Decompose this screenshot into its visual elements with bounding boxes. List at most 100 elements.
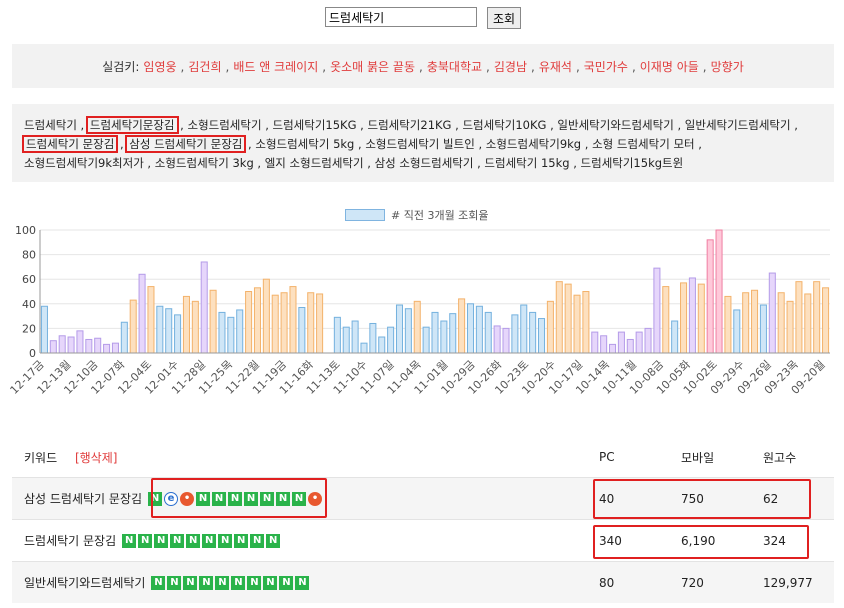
naver-icon[interactable]: N: [250, 533, 265, 548]
related-keyword-link[interactable]: 드럼세탁기문장김: [85, 116, 179, 134]
naver-icon[interactable]: N: [167, 575, 182, 590]
keyword-text[interactable]: 삼성 드럼세탁기 문장김: [24, 492, 142, 506]
keyword-table: 키워드 [행삭제] PC 모바일 원고수 삼성 드럼세탁기 문장김 Ne • N N N N…: [12, 437, 834, 603]
chart-bar: [378, 336, 386, 354]
delete-row-link[interactable]: [행삭제]: [75, 451, 117, 465]
naver-icon[interactable]: N: [218, 533, 233, 548]
related-keyword-link[interactable]: 소형 드럼세탁기 모터: [592, 137, 695, 151]
related-keyword-link[interactable]: 소형드럼세탁기: [187, 118, 261, 132]
related-keyword-link[interactable]: 드럼세탁기 문장김: [21, 135, 119, 153]
naver-icon[interactable]: N: [279, 575, 294, 590]
related-keyword-link[interactable]: 소형드럼세탁기9k최저가: [24, 156, 144, 170]
realtime-keyword-link[interactable]: 망향가: [711, 60, 744, 74]
related-keyword-link[interactable]: 드럼세탁기10KG: [462, 118, 546, 132]
chart-bar: [289, 286, 297, 354]
chart-bar: [218, 311, 226, 354]
related-keyword-link[interactable]: 드럼세탁기 15kg: [484, 156, 569, 170]
search-engine-icons: NNNNNNNNNN: [120, 533, 281, 548]
chart-bar: [804, 293, 812, 354]
related-keyword-link[interactable]: 일반세탁기와드럼세탁기: [557, 118, 673, 132]
chart-bar: [342, 326, 350, 354]
naver-icon[interactable]: N: [154, 533, 169, 548]
naver-icon[interactable]: N: [247, 575, 262, 590]
realtime-keyword-link[interactable]: 국민가수: [584, 60, 628, 74]
pc-cell: 80: [599, 561, 681, 603]
search-button[interactable]: 조회: [487, 7, 522, 29]
naver-icon[interactable]: N: [266, 533, 281, 548]
chart-bar: [484, 311, 492, 354]
chart-bar: [680, 282, 688, 354]
chart-bar: [120, 321, 128, 354]
chart-bar: [671, 320, 679, 354]
mobile-cell: 720: [681, 561, 763, 603]
keyword-text[interactable]: 일반세탁기와드럼세탁기: [24, 576, 145, 590]
naver-icon[interactable]: N: [295, 575, 310, 590]
chart-bar: [768, 272, 776, 354]
chart-bar: [555, 281, 563, 354]
realtime-keyword-link[interactable]: 충북대학교: [427, 60, 482, 74]
naver-icon[interactable]: N: [183, 575, 198, 590]
chart-bar: [466, 303, 475, 354]
related-keyword-link[interactable]: 삼성 소형드럼세탁기: [375, 156, 474, 170]
chart-bar: [706, 239, 714, 354]
related-keyword-link[interactable]: 소형드럼세탁기 빌트인: [365, 137, 474, 151]
related-keyword-link[interactable]: 일반세탁기드럼세탁기: [685, 118, 791, 132]
chart-bar: [431, 311, 439, 354]
naver-icon[interactable]: N: [215, 575, 230, 590]
chart-bar: [111, 342, 119, 354]
realtime-keyword-link[interactable]: 김경남: [494, 60, 527, 74]
realtime-keyword-link[interactable]: 임영웅: [143, 60, 176, 74]
chart-bar: [733, 309, 741, 354]
naver-icon[interactable]: N: [202, 533, 217, 548]
naver-icon[interactable]: N: [151, 575, 166, 590]
realtime-keyword-link[interactable]: 배드 앤 크레이지: [233, 60, 318, 74]
related-keyword-link[interactable]: 드럼세탁기21KG: [367, 118, 451, 132]
chart-bar: [271, 294, 279, 354]
naver-icon[interactable]: N: [234, 533, 249, 548]
related-keyword-link[interactable]: 소형드럼세탁기 5kg: [255, 137, 354, 151]
chart-bar: [635, 331, 643, 354]
naver-icon[interactable]: N: [231, 575, 246, 590]
separator: ,: [225, 59, 230, 74]
chart-bar: [182, 295, 190, 354]
separator: ,: [486, 59, 490, 74]
naver-icon[interactable]: N: [138, 533, 153, 548]
chart-bar: [236, 309, 244, 354]
chart-bar: [280, 292, 288, 354]
separator: ,: [180, 59, 185, 74]
chart-bar: [165, 308, 173, 354]
chart-bar: [458, 298, 466, 354]
chart-bar: [644, 327, 652, 354]
naver-icon[interactable]: N: [170, 533, 185, 548]
naver-icon[interactable]: N: [263, 575, 278, 590]
related-keyword-link[interactable]: 드럼세탁기: [24, 118, 77, 132]
separator: ,: [419, 59, 423, 74]
realtime-keyword-link[interactable]: 이재명 아들: [640, 60, 699, 74]
chart-bar: [147, 286, 155, 354]
chart-bar: [360, 342, 368, 354]
realtime-keyword-link[interactable]: 김건희: [188, 60, 221, 74]
chart-bar: [724, 295, 732, 354]
chart-bar: [138, 273, 146, 354]
realtime-keyword-link[interactable]: 유재석: [539, 60, 572, 74]
keyword-text[interactable]: 드럼세탁기 문장김: [24, 534, 116, 548]
naver-icon[interactable]: N: [186, 533, 201, 548]
related-keyword-link[interactable]: 삼성 드럼세탁기 문장김: [125, 135, 247, 153]
realtime-keyword-link[interactable]: 옷소매 붉은 끝동: [330, 60, 415, 74]
chart-bar: [262, 278, 270, 354]
chart-bar: [475, 305, 483, 354]
keyword-header: 키워드 [행삭제]: [12, 437, 599, 478]
naver-icon[interactable]: N: [122, 533, 137, 548]
chart-bar: [174, 314, 182, 354]
related-keyword-link[interactable]: 엘지 소형드럼세탁기: [265, 156, 364, 170]
search-input[interactable]: [325, 7, 477, 27]
naver-icon[interactable]: N: [199, 575, 214, 590]
search-bar: 조회: [325, 7, 522, 29]
related-keyword-link[interactable]: 소형드럼세탁기9kg: [486, 137, 581, 151]
related-keyword-link[interactable]: 드럼세탁기15kg트윈: [581, 156, 684, 170]
related-keyword-link[interactable]: 드럼세탁기15KG: [273, 118, 357, 132]
chart-bar: [422, 326, 430, 354]
related-keyword-link[interactable]: 소형드럼세탁기 3kg: [155, 156, 254, 170]
chart-bar: [617, 331, 625, 354]
chart-bar: [227, 316, 235, 354]
